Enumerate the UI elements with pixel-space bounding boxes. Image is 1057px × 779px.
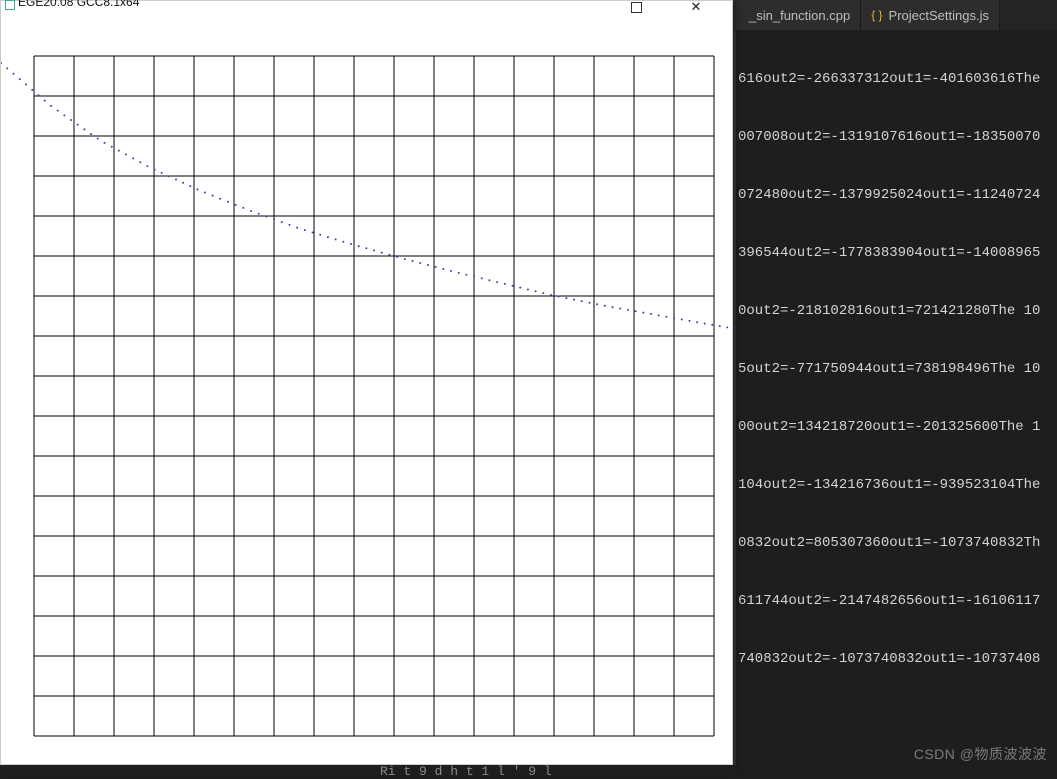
console-line: 616out2=-266337312out1=-401603616The <box>733 70 1057 88</box>
graphics-window: EGE20.08 GCC8.1x64 <box>0 0 733 765</box>
editor-tabs: _sin_function.cpp { } ProjectSettings.js <box>733 0 1057 30</box>
tab-label: _sin_function.cpp <box>749 8 850 23</box>
ide-background: _sin_function.cpp { } ProjectSettings.js… <box>733 0 1057 776</box>
app-icon <box>5 0 15 10</box>
json-file-icon: { } <box>871 8 882 22</box>
tab-label: ProjectSettings.js <box>889 8 989 23</box>
tab-sin-function[interactable]: _sin_function.cpp <box>733 0 861 30</box>
console-line: 00out2=134218720out1=-201325600The 1 <box>733 418 1057 436</box>
tab-project-settings[interactable]: { } ProjectSettings.js <box>861 0 1000 30</box>
console-line: 611744out2=-2147482656out1=-16106117 <box>733 592 1057 610</box>
bottom-strip <box>0 765 733 776</box>
window-title: EGE20.08 GCC8.1x64 <box>18 0 139 7</box>
editor-gutter <box>733 30 736 765</box>
console-line: 396544out2=-1778383904out1=-14008965 <box>733 244 1057 262</box>
console-line: 740832out2=-1073740832out1=-10737408 <box>733 650 1057 668</box>
window-titlebar[interactable]: EGE20.08 GCC8.1x64 <box>1 1 732 13</box>
console-line: 007008out2=-1319107616out1=-18350070 <box>733 128 1057 146</box>
bottom-faint-text: Ri t 9 d h t 1 l ' 9 l <box>380 764 552 779</box>
watermark: CSDN @物质波波波 <box>914 744 1047 764</box>
console-line: 0832out2=805307360out1=-1073740832Th <box>733 534 1057 552</box>
console-line: 5out2=-771750944out1=738198496The 10 <box>733 360 1057 378</box>
plot-canvas <box>1 13 732 764</box>
console-line: 0out2=-218102816out1=721421280The 10 <box>733 302 1057 320</box>
console-line: 104out2=-134216736out1=-939523104The <box>733 476 1057 494</box>
console-output: 616out2=-266337312out1=-401603616The 0070… <box>733 0 1057 776</box>
plotted-curve <box>1 13 732 764</box>
console-line: 072480out2=-1379925024out1=-11240724 <box>733 186 1057 204</box>
